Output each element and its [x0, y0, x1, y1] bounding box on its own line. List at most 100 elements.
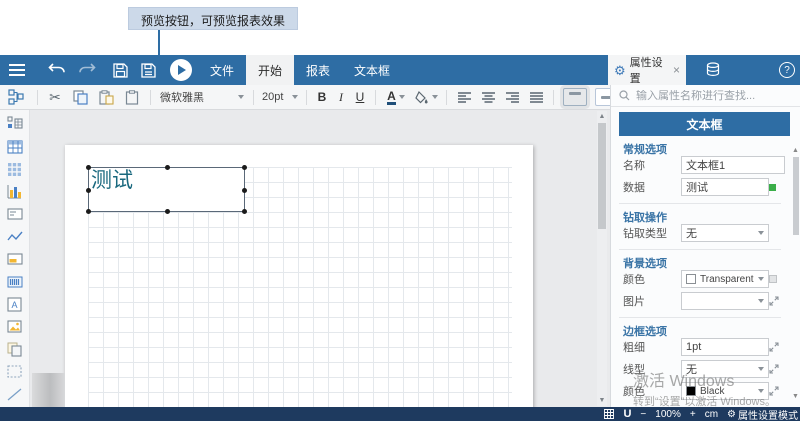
expand-icon [769, 386, 779, 396]
properties-panel-tab[interactable]: ⚙ 属性设置 × [608, 55, 686, 85]
save-all-icon[interactable] [134, 55, 162, 85]
matrix-icon[interactable] [6, 160, 24, 178]
drill-type-select[interactable]: 无 [681, 224, 769, 242]
design-canvas[interactable]: 测试 ▲ ▼ [30, 110, 610, 407]
border-width-label: 粗细 [623, 339, 681, 355]
align-center-icon[interactable] [476, 85, 500, 110]
search-icon [619, 90, 630, 101]
border-style-expand-button[interactable] [769, 364, 779, 374]
zoom-in-button[interactable]: + [690, 409, 696, 420]
table-icon[interactable] [6, 138, 24, 156]
align-justify-icon[interactable] [524, 85, 548, 110]
textbox-icon[interactable] [6, 205, 24, 223]
scroll-up-icon[interactable]: ▲ [598, 113, 606, 120]
chart-icon[interactable] [6, 183, 24, 201]
italic-button[interactable]: I [332, 85, 350, 110]
copy-icon[interactable] [67, 85, 93, 110]
underline-button[interactable]: U [350, 85, 370, 110]
zoom-out-button[interactable]: − [640, 409, 646, 420]
resize-handle-se[interactable] [242, 209, 247, 214]
scroll-down-icon[interactable]: ▼ [598, 397, 606, 404]
textbox-text: 测试 [89, 168, 244, 193]
cut-icon[interactable]: ✂ [43, 85, 67, 110]
align-left-icon[interactable] [452, 85, 476, 110]
property-search-input[interactable] [636, 90, 786, 102]
ribbon-tab-textbox[interactable]: 文本框 [342, 55, 402, 85]
grid-icon [604, 409, 614, 419]
clipboard-icon[interactable] [119, 85, 145, 110]
valign-top-button[interactable] [563, 88, 587, 106]
border-width-input[interactable] [686, 341, 764, 353]
data-expression-button[interactable] [769, 184, 776, 191]
property-search-row [611, 85, 800, 107]
expand-icon [769, 364, 779, 374]
barcode-icon[interactable] [6, 273, 24, 291]
container-icon[interactable] [6, 363, 24, 381]
unit-indicator[interactable]: cm [705, 409, 718, 420]
canvas-vertical-scrollbar[interactable]: ▲ ▼ [597, 111, 607, 406]
border-style-value: 无 [686, 361, 697, 377]
grid-toggle-button[interactable] [604, 409, 614, 419]
name-input[interactable] [686, 159, 780, 171]
file-menu[interactable]: 文件 [198, 55, 246, 85]
banner-icon[interactable] [6, 250, 24, 268]
ribbon-tab-report[interactable]: 报表 [294, 55, 342, 85]
border-style-label: 线型 [623, 361, 681, 377]
font-color-button[interactable]: A [381, 85, 411, 110]
gear-icon: ⚙ [727, 409, 736, 420]
sparkline-icon[interactable] [6, 228, 24, 246]
font-size-select[interactable]: 20pt [259, 85, 301, 110]
hierarchy-icon[interactable] [0, 85, 32, 110]
rich-text-icon[interactable]: A [6, 295, 24, 313]
resize-handle-n[interactable] [165, 165, 170, 170]
resize-handle-w[interactable] [86, 188, 91, 193]
fill-color-button[interactable] [411, 85, 441, 110]
resize-handle-ne[interactable] [242, 165, 247, 170]
underline-indicator[interactable]: U [623, 408, 631, 420]
preview-play-button[interactable] [170, 59, 192, 81]
separator [375, 90, 376, 105]
close-icon[interactable]: × [673, 63, 680, 77]
align-right-icon[interactable] [500, 85, 524, 110]
bg-image-select[interactable] [681, 292, 769, 310]
help-button[interactable]: ? [779, 62, 795, 78]
hamburger-menu-icon[interactable] [0, 55, 34, 85]
image-icon[interactable] [6, 318, 24, 336]
border-color-select[interactable]: Black [681, 382, 769, 400]
line-icon[interactable] [6, 385, 24, 403]
ribbon-tab-home[interactable]: 开始 [246, 55, 294, 85]
separator [446, 90, 447, 105]
border-color-expand-button[interactable] [769, 386, 779, 396]
save-icon[interactable] [106, 55, 134, 85]
border-width-expand-button[interactable] [769, 342, 779, 352]
properties-mode-button[interactable]: ⚙ 属性设置模式 [727, 407, 798, 422]
gray-indicator-icon [769, 275, 777, 283]
resize-handle-nw[interactable] [86, 165, 91, 170]
border-style-select[interactable]: 无 [681, 360, 769, 378]
bg-image-expand-button[interactable] [769, 296, 779, 306]
report-page[interactable]: 测试 [65, 145, 533, 407]
panel-scrollbar-thumb[interactable] [793, 157, 799, 235]
font-family-select[interactable]: 微软雅黑 [156, 85, 248, 110]
property-row-data: 数据 [611, 176, 800, 198]
layers-icon[interactable] [6, 340, 24, 358]
resize-handle-e[interactable] [242, 188, 247, 193]
selected-textbox[interactable]: 测试 [88, 167, 245, 212]
font-size-value: 20pt [262, 91, 283, 103]
report-structure-icon[interactable] [6, 115, 24, 133]
bold-button[interactable]: B [312, 85, 332, 110]
expand-icon [769, 296, 779, 306]
scrollbar-thumb[interactable] [598, 123, 606, 229]
bg-color-select[interactable]: Transparent [681, 270, 769, 288]
panel-scroll-down-icon[interactable]: ▼ [792, 393, 799, 400]
data-input-wrap [681, 178, 769, 196]
undo-icon[interactable] [42, 55, 72, 85]
resize-handle-sw[interactable] [86, 209, 91, 214]
resize-handle-s[interactable] [165, 209, 170, 214]
paste-icon[interactable] [93, 85, 119, 110]
bg-color-more-button[interactable] [769, 275, 777, 283]
redo-icon[interactable] [72, 55, 102, 85]
data-input[interactable] [686, 181, 764, 193]
panel-scroll-up-icon[interactable]: ▲ [792, 147, 799, 154]
data-source-button[interactable] [698, 55, 728, 85]
